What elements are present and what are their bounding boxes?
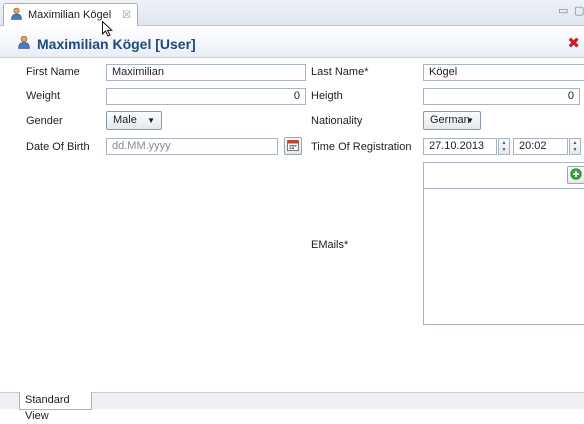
spinner-down-icon: ▼ xyxy=(501,146,507,153)
last-name-field[interactable]: Kögel xyxy=(423,64,584,81)
gender-select-value: Male xyxy=(113,114,137,126)
date-spinner[interactable]: ▲ ▼ xyxy=(498,138,510,155)
standard-view-tab[interactable]: Standard View xyxy=(19,392,92,422)
delete-icon[interactable]: ✖ xyxy=(567,36,580,51)
maximize-icon[interactable]: ▢ xyxy=(574,4,584,17)
registration-time-field[interactable]: 20:02 xyxy=(513,138,568,155)
spinner-down-icon: ▼ xyxy=(572,146,578,153)
dropdown-arrow-icon: ▼ xyxy=(466,116,474,125)
first-name-field[interactable]: Maximilian xyxy=(106,64,306,81)
registration-date-field[interactable]: 27.10.2013 xyxy=(423,138,497,155)
spinner-up-icon: ▲ xyxy=(501,139,507,146)
weight-label: Weight xyxy=(26,90,61,102)
time-spinner[interactable]: ▲ ▼ xyxy=(569,138,581,155)
date-of-birth-field[interactable]: dd.MM.yyyy xyxy=(106,138,278,155)
nationality-label: Nationality xyxy=(311,115,363,127)
date-of-birth-label: Date Of Birth xyxy=(26,141,90,153)
editor-header: Maximilian Kögel [User] ✖ xyxy=(0,30,584,58)
weight-field[interactable]: 0 xyxy=(106,88,306,105)
add-email-button[interactable] xyxy=(567,166,584,184)
user-icon xyxy=(10,7,23,23)
page-title: Maximilian Kögel [User] xyxy=(37,35,196,52)
add-icon xyxy=(570,167,582,183)
height-field[interactable]: 0 xyxy=(423,88,580,105)
view-tab-bar: Standard View xyxy=(0,392,584,422)
emails-toolbar xyxy=(423,162,584,188)
time-of-registration-label: Time Of Registration xyxy=(311,141,412,153)
spinner-up-icon: ▲ xyxy=(572,139,578,146)
dropdown-arrow-icon: ▼ xyxy=(147,116,155,125)
height-label: Heigth xyxy=(311,90,343,102)
nationality-select[interactable]: German ▼ xyxy=(423,111,481,130)
calendar-icon xyxy=(287,139,299,154)
last-name-label: Last Name* xyxy=(311,66,369,78)
first-name-label: First Name xyxy=(26,66,80,78)
emails-list[interactable] xyxy=(423,188,584,325)
close-tab-icon[interactable]: ☒ xyxy=(122,10,131,21)
gender-select[interactable]: Male ▼ xyxy=(106,111,162,130)
editor-tab-bar: Maximilian Kögel ☒ ▭ ▢ xyxy=(0,0,584,26)
nationality-select-value: German xyxy=(430,114,470,126)
gender-label: Gender xyxy=(26,115,63,127)
mouse-cursor-icon xyxy=(102,20,113,40)
editor-tab-title: Maximilian Kögel xyxy=(28,9,112,21)
calendar-button[interactable] xyxy=(284,137,302,155)
minimize-icon[interactable]: ▭ xyxy=(558,4,568,17)
editor-tab[interactable]: Maximilian Kögel ☒ xyxy=(3,3,138,26)
emails-label: EMails* xyxy=(311,239,349,251)
user-icon xyxy=(17,35,31,52)
